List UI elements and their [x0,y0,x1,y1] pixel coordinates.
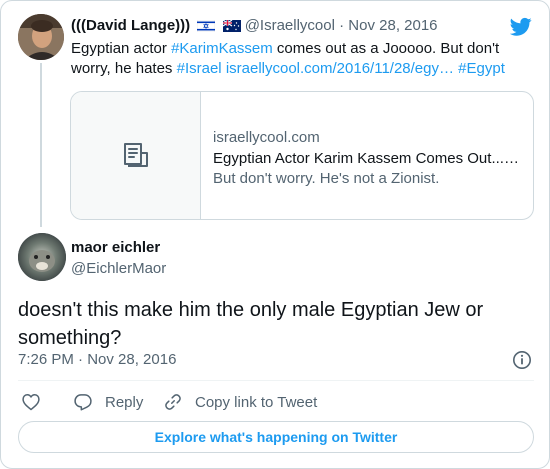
info-icon[interactable] [512,350,532,370]
israel-flag-icon [197,20,216,32]
copy-link-label: Copy link to Tweet [195,393,318,411]
copy-link-button[interactable]: Copy link to Tweet [163,392,317,412]
reply-label: Reply [105,393,144,411]
link-preview-card[interactable]: israellycool.com Egyptian Actor Karim Ka… [70,91,534,220]
tweet-date[interactable]: Nov 28, 2016 [348,17,437,34]
explore-label: Explore what's happening on Twitter [154,429,398,445]
thread-line [40,63,42,227]
tweet-embed-card: (((David Lange))) @Israellycool · Nov 28… [0,0,550,469]
handle[interactable]: @EichlerMaor [71,260,166,277]
tweet-header: (((David Lange))) @Israellycool · Nov 28… [71,17,438,34]
separator: · [339,17,345,34]
hashtag-link[interactable]: #KarimKassem [171,40,273,57]
handle[interactable]: @Israellycool [245,17,335,34]
hashtag-link[interactable]: #Israel [177,60,222,77]
document-icon [124,143,148,167]
avatar[interactable] [18,233,66,281]
tweet-timestamp[interactable]: 7:26 PM · Nov 28, 2016 [18,351,176,368]
avatar[interactable] [18,14,64,60]
tweet-text: doesn't this make him the only male Egyp… [18,299,484,349]
tweet-text: Egyptian actor #KarimKassem comes out as… [71,39,521,79]
display-name[interactable]: maor eichler [71,239,160,256]
reply-icon [74,394,92,411]
heart-icon [22,394,40,411]
like-button[interactable] [21,392,53,412]
preview-domain: israellycool.com [213,129,320,146]
preview-thumbnail [71,92,201,219]
link-icon [165,394,181,410]
preview-description: But don't worry. He's not a Zionist. [213,170,440,187]
divider [18,380,534,381]
url-link[interactable]: israellycool.com/2016/11/28/egy… [226,60,454,77]
explore-button[interactable]: Explore what's happening on Twitter [18,421,534,453]
hashtag-link[interactable]: #Egypt [458,60,505,77]
tweet-text-segment: Egyptian actor [71,40,172,57]
twitter-logo-icon[interactable] [509,17,532,37]
display-name[interactable]: (((David Lange))) [71,17,190,34]
reply-button[interactable]: Reply [73,392,143,412]
preview-title: Egyptian Actor Karim Kassem Comes Out...… [213,150,519,167]
australia-flag-icon [222,20,241,32]
